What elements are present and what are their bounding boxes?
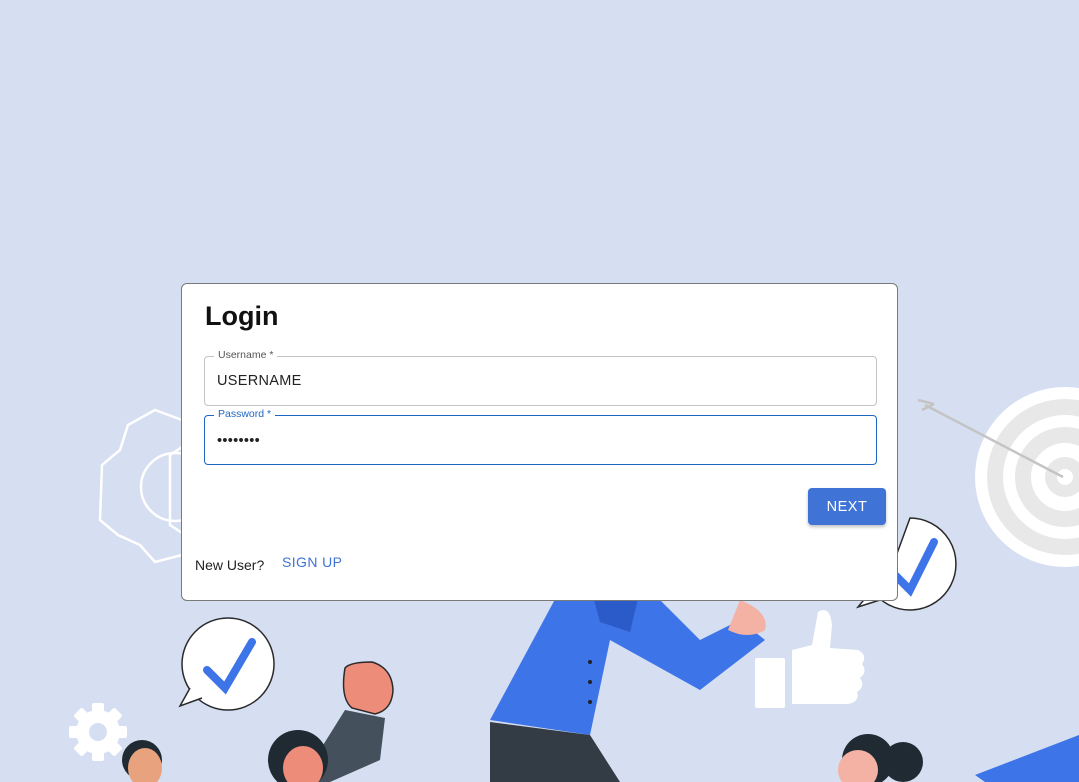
next-button[interactable]: NEXT [808,488,886,525]
target-icon [975,387,1079,567]
woman-right-icon [838,734,923,782]
gear-icon [69,703,127,761]
login-title: Login [205,301,279,331]
password-field[interactable]: Password * [204,408,877,465]
thumbs-up-icon [755,610,865,708]
username-input[interactable] [205,357,876,405]
signup-link[interactable]: SIGN UP [275,550,349,574]
password-input[interactable] [205,416,876,464]
woman-left-icon [268,730,328,782]
blue-shape-icon [975,735,1079,782]
login-card: Login Username * Password * NEXT New Use… [181,283,898,601]
username-field[interactable]: Username * [204,349,877,406]
person-icon [490,580,766,782]
check-bubble-icon-left [178,617,275,711]
man-left-icon [122,740,162,782]
new-user-text: New User? [195,557,265,573]
